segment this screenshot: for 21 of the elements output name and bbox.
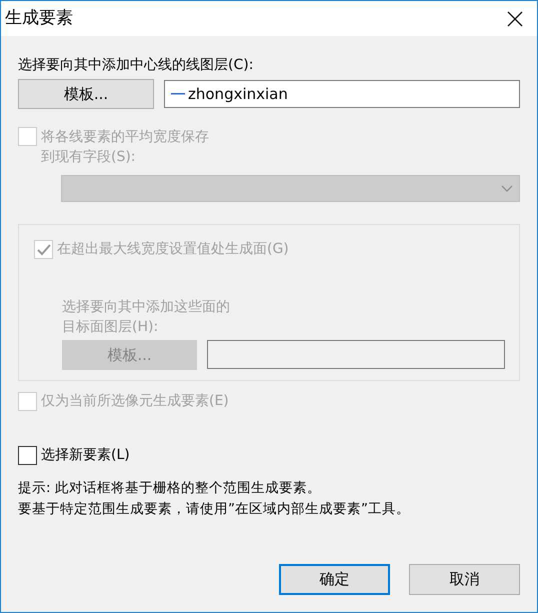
- layer-field[interactable]: zhongxinxian: [164, 80, 520, 108]
- line-symbol-icon: [171, 92, 185, 96]
- window-title: 生成要素: [5, 6, 73, 30]
- target-layer-label: 目标面图层(H):: [62, 318, 160, 337]
- selected-cells-label: 仅为当前所选像元生成要素(E): [41, 392, 229, 411]
- polygon-checkbox-label: 在超出最大线宽度设置值处生成面(G): [57, 240, 289, 259]
- check-icon: [36, 244, 50, 256]
- save-width-label: 将各线要素的平均宽度保存: [41, 128, 209, 147]
- hint-text: 要基于特定范围生成要素，请使用”在区域内部生成要素”工具。: [18, 500, 411, 519]
- cancel-button[interactable]: 取消: [409, 564, 520, 595]
- ok-button[interactable]: 确定: [279, 564, 390, 595]
- template-button[interactable]: 模板...: [18, 79, 154, 109]
- checkbox[interactable]: [18, 446, 37, 465]
- select-new-label: 选择新要素(L): [41, 446, 130, 465]
- chevron-down-icon: [501, 185, 513, 192]
- target-layer-label: 选择要向其中添加这些面的: [62, 298, 231, 317]
- save-width-label: 到现有字段(S):: [41, 148, 137, 167]
- target-layer-field[interactable]: [207, 340, 505, 369]
- layer-label: 选择要向其中添加中心线的线图层(C):: [18, 56, 254, 75]
- close-icon[interactable]: [507, 10, 523, 26]
- hint-text: 提示: 此对话框将基于栅格的整个范围生成要素。: [18, 479, 322, 498]
